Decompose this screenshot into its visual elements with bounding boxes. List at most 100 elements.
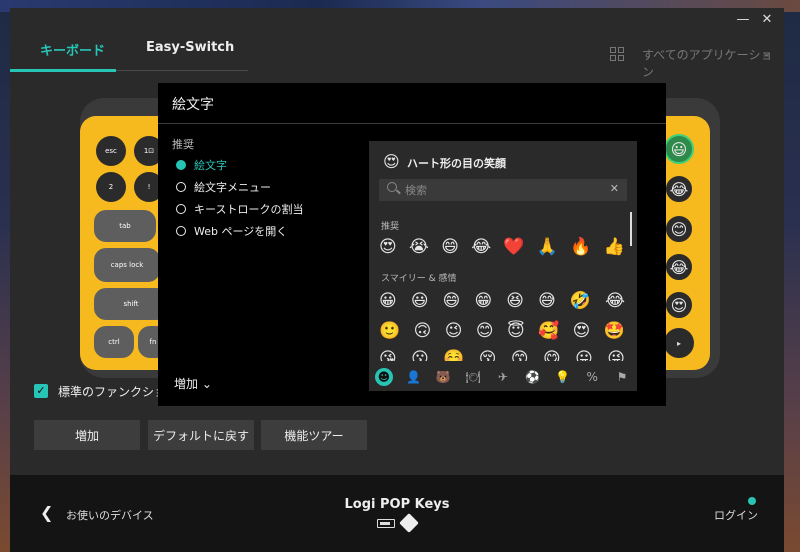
emoji-item[interactable]: 😗 bbox=[411, 349, 429, 361]
emoji-key-glyph: 😂 bbox=[669, 257, 689, 277]
emoji-item[interactable]: 😙 bbox=[511, 349, 529, 361]
travel-category-icon[interactable]: ✈ bbox=[494, 368, 512, 386]
emoji-item[interactable]: 😃 bbox=[411, 291, 429, 311]
emoji-item[interactable]: 🥰 bbox=[538, 321, 559, 341]
option-label: 絵文字 bbox=[194, 159, 227, 172]
objects-category-icon[interactable]: 💡 bbox=[553, 368, 571, 386]
emoji-item[interactable]: 😂 bbox=[471, 237, 491, 257]
smileys-row: 🙂 🙃 😉 😊 😇 🥰 😍 🤩 bbox=[379, 321, 625, 341]
emoji-item[interactable]: 😄 bbox=[443, 291, 461, 311]
reset-default-button[interactable]: デフォルトに戻す bbox=[148, 420, 254, 450]
key-esc[interactable]: esc bbox=[96, 136, 126, 166]
emoji-key-4[interactable]: 😂 bbox=[664, 252, 694, 282]
emoji-item[interactable]: 😀 bbox=[379, 291, 397, 311]
option-label: Web ページを開く bbox=[194, 225, 288, 238]
emoji-key-glyph: 😍 bbox=[670, 295, 688, 315]
dialog-title: 絵文字 bbox=[172, 97, 214, 113]
symbols-category-icon[interactable]: % bbox=[583, 368, 601, 386]
option-label: 絵文字メニュー bbox=[194, 181, 271, 194]
smiley-category-icon[interactable]: ☻ bbox=[374, 368, 393, 386]
key-caps-lock[interactable]: caps lock bbox=[94, 248, 160, 282]
status-dot bbox=[748, 497, 756, 505]
option-label: キーストロークの割当 bbox=[194, 203, 304, 216]
emoji-item[interactable]: 😂 bbox=[605, 291, 625, 311]
section-label: 推奨 bbox=[172, 138, 194, 151]
radio-selected-icon bbox=[176, 160, 186, 170]
selected-emoji-name: ハート形の目の笑顔 bbox=[407, 157, 506, 170]
search-icon bbox=[387, 182, 397, 192]
minimize-button[interactable]: — bbox=[732, 10, 754, 30]
dialog-divider bbox=[158, 123, 666, 124]
key-tab[interactable]: tab bbox=[94, 210, 156, 242]
emoji-category-bar: ☻ 👤 🐻 🍽 ✈ ⚽ 💡 % ⚑ bbox=[369, 363, 637, 391]
standard-fn-checkbox[interactable]: ✓ bbox=[34, 384, 48, 398]
emoji-item[interactable]: 😊 bbox=[476, 321, 494, 341]
add-button[interactable]: 増加 bbox=[34, 420, 140, 450]
chevron-down-icon[interactable]: ⌄ bbox=[762, 46, 771, 59]
clear-icon[interactable]: ✕ bbox=[610, 182, 619, 195]
radio-icon bbox=[176, 226, 186, 236]
emoji-item[interactable]: 😍 bbox=[573, 321, 591, 341]
radio-icon bbox=[176, 204, 186, 214]
emoji-item[interactable]: 🤣 bbox=[570, 291, 591, 311]
key-shift[interactable]: shift bbox=[94, 288, 168, 320]
emoji-key-5[interactable]: 😍 bbox=[664, 290, 694, 320]
key-2[interactable]: 2 bbox=[96, 172, 126, 202]
emoji-key-glyph: 😊 bbox=[670, 219, 688, 239]
option-keystroke[interactable]: キーストロークの割当 bbox=[176, 201, 303, 217]
smileys-label: スマイリー & 感情 bbox=[381, 274, 457, 284]
people-category-icon[interactable]: 👤 bbox=[405, 368, 423, 386]
emoji-item[interactable]: 😛 bbox=[575, 349, 593, 361]
scrollbar-thumb[interactable] bbox=[630, 212, 632, 246]
title-bar: — ✕ bbox=[10, 8, 784, 32]
activity-category-icon[interactable]: ⚽ bbox=[524, 368, 542, 386]
emoji-item[interactable]: 🙂 bbox=[379, 321, 400, 341]
emoji-key-glyph: 😃 bbox=[670, 139, 688, 159]
emoji-item[interactable]: 😇 bbox=[507, 321, 525, 341]
emoji-key-2[interactable]: 😂 bbox=[664, 174, 694, 204]
key-ctrl[interactable]: ctrl bbox=[94, 326, 134, 358]
tab-keyboard[interactable]: キーボード bbox=[40, 40, 105, 59]
emoji-item[interactable]: 👍 bbox=[604, 237, 625, 257]
emoji-item[interactable]: ☺️ bbox=[443, 349, 464, 361]
emoji-item[interactable]: 😘 bbox=[379, 349, 397, 361]
emoji-item[interactable]: 🙏 bbox=[537, 237, 558, 257]
emoji-item[interactable]: 😜 bbox=[607, 349, 625, 361]
emoji-key-3[interactable]: 😊 bbox=[664, 214, 694, 244]
emoji-item[interactable]: 🤩 bbox=[604, 321, 625, 341]
emoji-item[interactable]: 😁 bbox=[474, 291, 492, 311]
option-emoji[interactable]: 絵文字 bbox=[176, 157, 227, 173]
emoji-item[interactable]: 😆 bbox=[506, 291, 524, 311]
emoji-item[interactable]: 🙃 bbox=[414, 321, 432, 341]
animal-category-icon[interactable]: 🐻 bbox=[434, 368, 452, 386]
add-menu-button[interactable]: 増加 ⌄ bbox=[174, 375, 212, 392]
radio-icon bbox=[176, 182, 186, 192]
emoji-item[interactable]: ❤️ bbox=[503, 237, 524, 257]
emoji-item[interactable]: 😭 bbox=[409, 237, 429, 257]
emoji-item[interactable]: 😅 bbox=[538, 291, 556, 311]
emoji-item[interactable]: 😄 bbox=[441, 237, 459, 257]
close-button[interactable]: ✕ bbox=[756, 10, 778, 30]
feature-tour-button[interactable]: 機能ツアー bbox=[261, 420, 367, 450]
emoji-picker: 😍 ハート形の目の笑顔 ✕ 推奨 😍 😭 😄 😂 ❤️ 🙏 🔥 👍 スマイリー … bbox=[369, 141, 637, 391]
food-category-icon[interactable]: 🍽 bbox=[464, 368, 482, 386]
tab-easy-switch[interactable]: Easy-Switch bbox=[146, 40, 234, 55]
footer-bar: ❮ お使いのデバイス Logi POP Keys ログイン bbox=[10, 475, 784, 552]
emoji-key-1[interactable]: 😃 bbox=[664, 134, 694, 164]
emoji-item[interactable]: 🔥 bbox=[570, 237, 591, 257]
flag-category-icon[interactable]: ⚑ bbox=[613, 368, 631, 386]
emoji-item[interactable]: 😍 bbox=[379, 237, 397, 257]
emoji-item[interactable]: 😚 bbox=[479, 349, 497, 361]
chevron-down-icon: ⌄ bbox=[201, 377, 212, 391]
emoji-item[interactable]: 😋 bbox=[543, 349, 561, 361]
emoji-key-glyph: 😂 bbox=[669, 179, 689, 199]
emoji-search-input[interactable] bbox=[405, 182, 595, 198]
device-name: Logi POP Keys bbox=[344, 497, 450, 512]
option-emoji-menu[interactable]: 絵文字メニュー bbox=[176, 179, 271, 195]
login-link[interactable]: ログイン bbox=[714, 507, 758, 523]
option-open-web[interactable]: Web ページを開く bbox=[176, 223, 287, 239]
recommended-row: 😍 😭 😄 😂 ❤️ 🙏 🔥 👍 bbox=[379, 237, 625, 257]
grid-icon[interactable] bbox=[610, 47, 624, 61]
emoji-item[interactable]: 😉 bbox=[445, 321, 463, 341]
play-key[interactable]: ▸ bbox=[664, 328, 694, 358]
